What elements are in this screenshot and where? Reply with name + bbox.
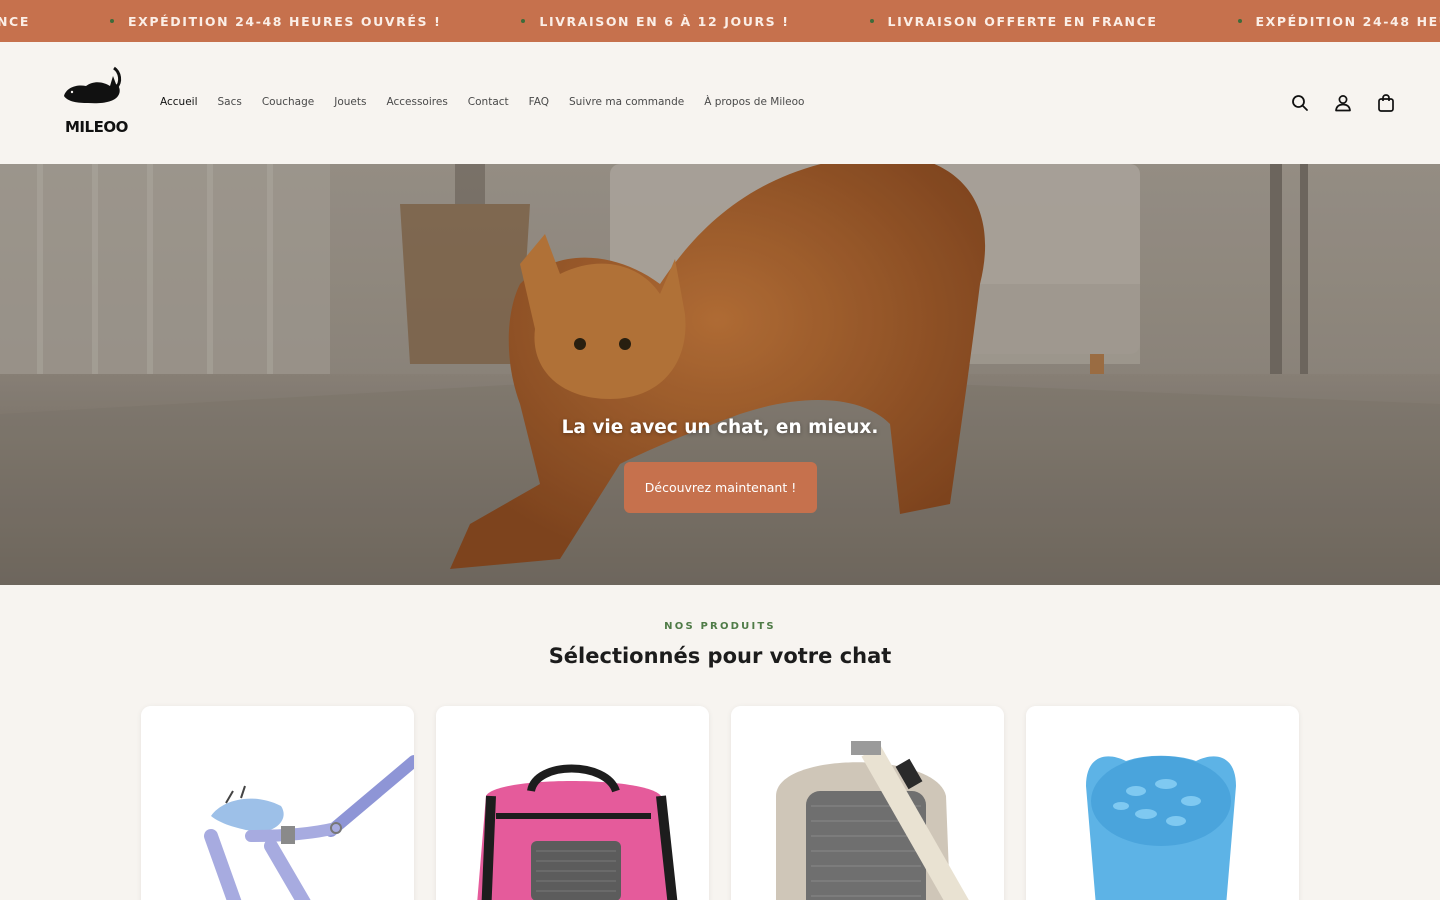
nav-suivre-commande[interactable]: Suivre ma commande (569, 96, 684, 108)
cat-logo-icon (64, 66, 122, 104)
announcement-item: LIVRAISON OFFERTE EN FRANCE (0, 13, 30, 29)
products-title: Sélectionnés pour votre chat (548, 644, 892, 668)
nav-a-propos[interactable]: À propos de Mileoo (704, 96, 804, 108)
announcement-track: LIVRAISON OFFERTE EN FRANCE EXPÉDITION 2… (0, 0, 1440, 42)
announcement-item: EXPÉDITION 24-48 HEURES OUVRÉS ! (1158, 14, 1440, 29)
nav-sacs[interactable]: Sacs (218, 96, 242, 108)
nav-accessoires[interactable]: Accessoires (386, 96, 447, 108)
mesh-backpack-image (731, 706, 1004, 900)
main-nav: Accueil Sacs Couchage Jouets Accessoires… (160, 96, 824, 108)
logo[interactable]: MILEOO (58, 66, 128, 136)
separator-dot (521, 19, 526, 23)
nav-accueil[interactable]: Accueil (160, 96, 198, 108)
site-header: MILEOO Accueil Sacs Couchage Jouets Acce… (0, 42, 1440, 164)
search-icon[interactable] (1290, 93, 1310, 113)
product-card[interactable] (1026, 706, 1299, 900)
announcement-item: EXPÉDITION 24-48 HEURES OUVRÉS ! (30, 14, 441, 29)
product-card[interactable] (731, 706, 1004, 900)
announcement-bar: LIVRAISON OFFERTE EN FRANCE EXPÉDITION 2… (0, 0, 1440, 42)
products-eyebrow: NOS PRODUITS (664, 621, 776, 632)
harness-leash-image (141, 706, 414, 900)
nav-couchage[interactable]: Couchage (262, 96, 314, 108)
slow-feeder-bowl-image (1026, 706, 1299, 900)
cart-icon[interactable] (1376, 93, 1396, 113)
hero-cat-image (0, 164, 1440, 585)
product-card[interactable] (436, 706, 709, 900)
hero-title: La vie avec un chat, en mieux. (561, 417, 879, 438)
nav-contact[interactable]: Contact (468, 96, 509, 108)
separator-dot (869, 19, 874, 23)
logo-text: MILEOO (65, 118, 128, 136)
nav-faq[interactable]: FAQ (529, 96, 549, 108)
separator-dot (1237, 19, 1242, 23)
header-actions (1290, 93, 1396, 113)
announcement-item: LIVRAISON EN 6 À 12 JOURS ! (441, 14, 789, 29)
pink-carrier-image (436, 706, 709, 900)
hero-banner: La vie avec un chat, en mieux. Découvrez… (0, 164, 1440, 585)
product-card[interactable] (141, 706, 414, 900)
announcement-item: LIVRAISON OFFERTE EN FRANCE (790, 14, 1158, 29)
account-icon[interactable] (1333, 93, 1353, 113)
separator-dot (109, 19, 114, 23)
discover-button[interactable]: Découvrez maintenant ! (624, 462, 817, 513)
nav-jouets[interactable]: Jouets (334, 96, 366, 108)
